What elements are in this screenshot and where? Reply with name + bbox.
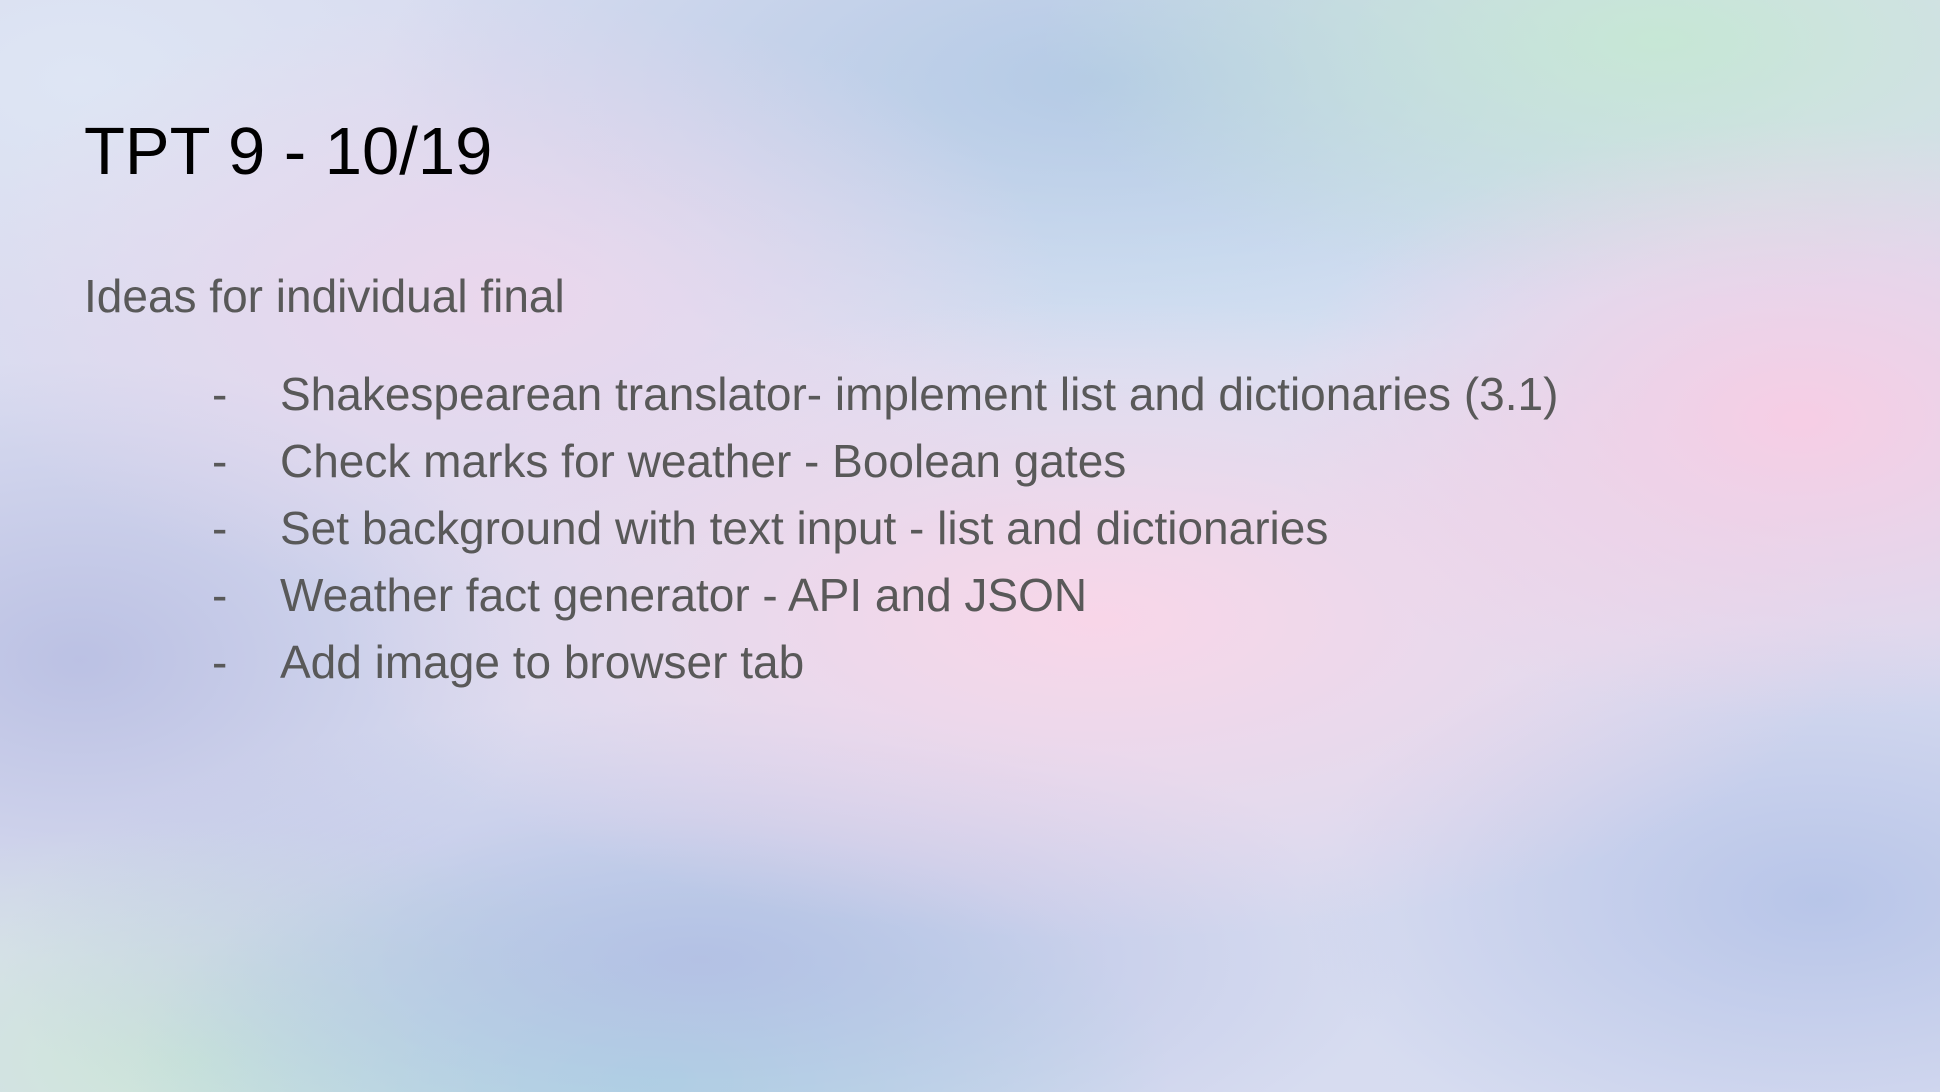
bullet-dash: - [212, 368, 228, 420]
list-item-text: Shakespearean translator- implement list… [280, 368, 1559, 420]
list-item-text: Set background with text input - list an… [280, 502, 1329, 554]
list-item: - Add image to browser tab [210, 634, 1558, 701]
list-item: - Shakespearean translator- implement lis… [210, 366, 1558, 433]
list-item-text: Add image to browser tab [280, 636, 805, 688]
slide: TPT 9 - 10/19 Ideas for individual final… [0, 0, 1940, 1092]
list-item: - Set background with text input - list a… [210, 500, 1558, 567]
list-item: - Check marks for weather - Boolean gates [210, 433, 1558, 500]
list-item: - Weather fact generator - API and JSON [210, 567, 1558, 634]
bullet-dash: - [212, 636, 228, 688]
list-item-text: Weather fact generator - API and JSON [280, 569, 1088, 621]
bullet-dash: - [212, 435, 228, 487]
ideas-list: - Shakespearean translator- implement lis… [210, 366, 1558, 701]
bullet-dash: - [212, 569, 228, 621]
list-item-text: Check marks for weather - Boolean gates [280, 435, 1127, 487]
slide-subtitle: Ideas for individual final [84, 270, 565, 322]
bullet-dash: - [212, 502, 228, 554]
slide-title: TPT 9 - 10/19 [84, 114, 493, 189]
